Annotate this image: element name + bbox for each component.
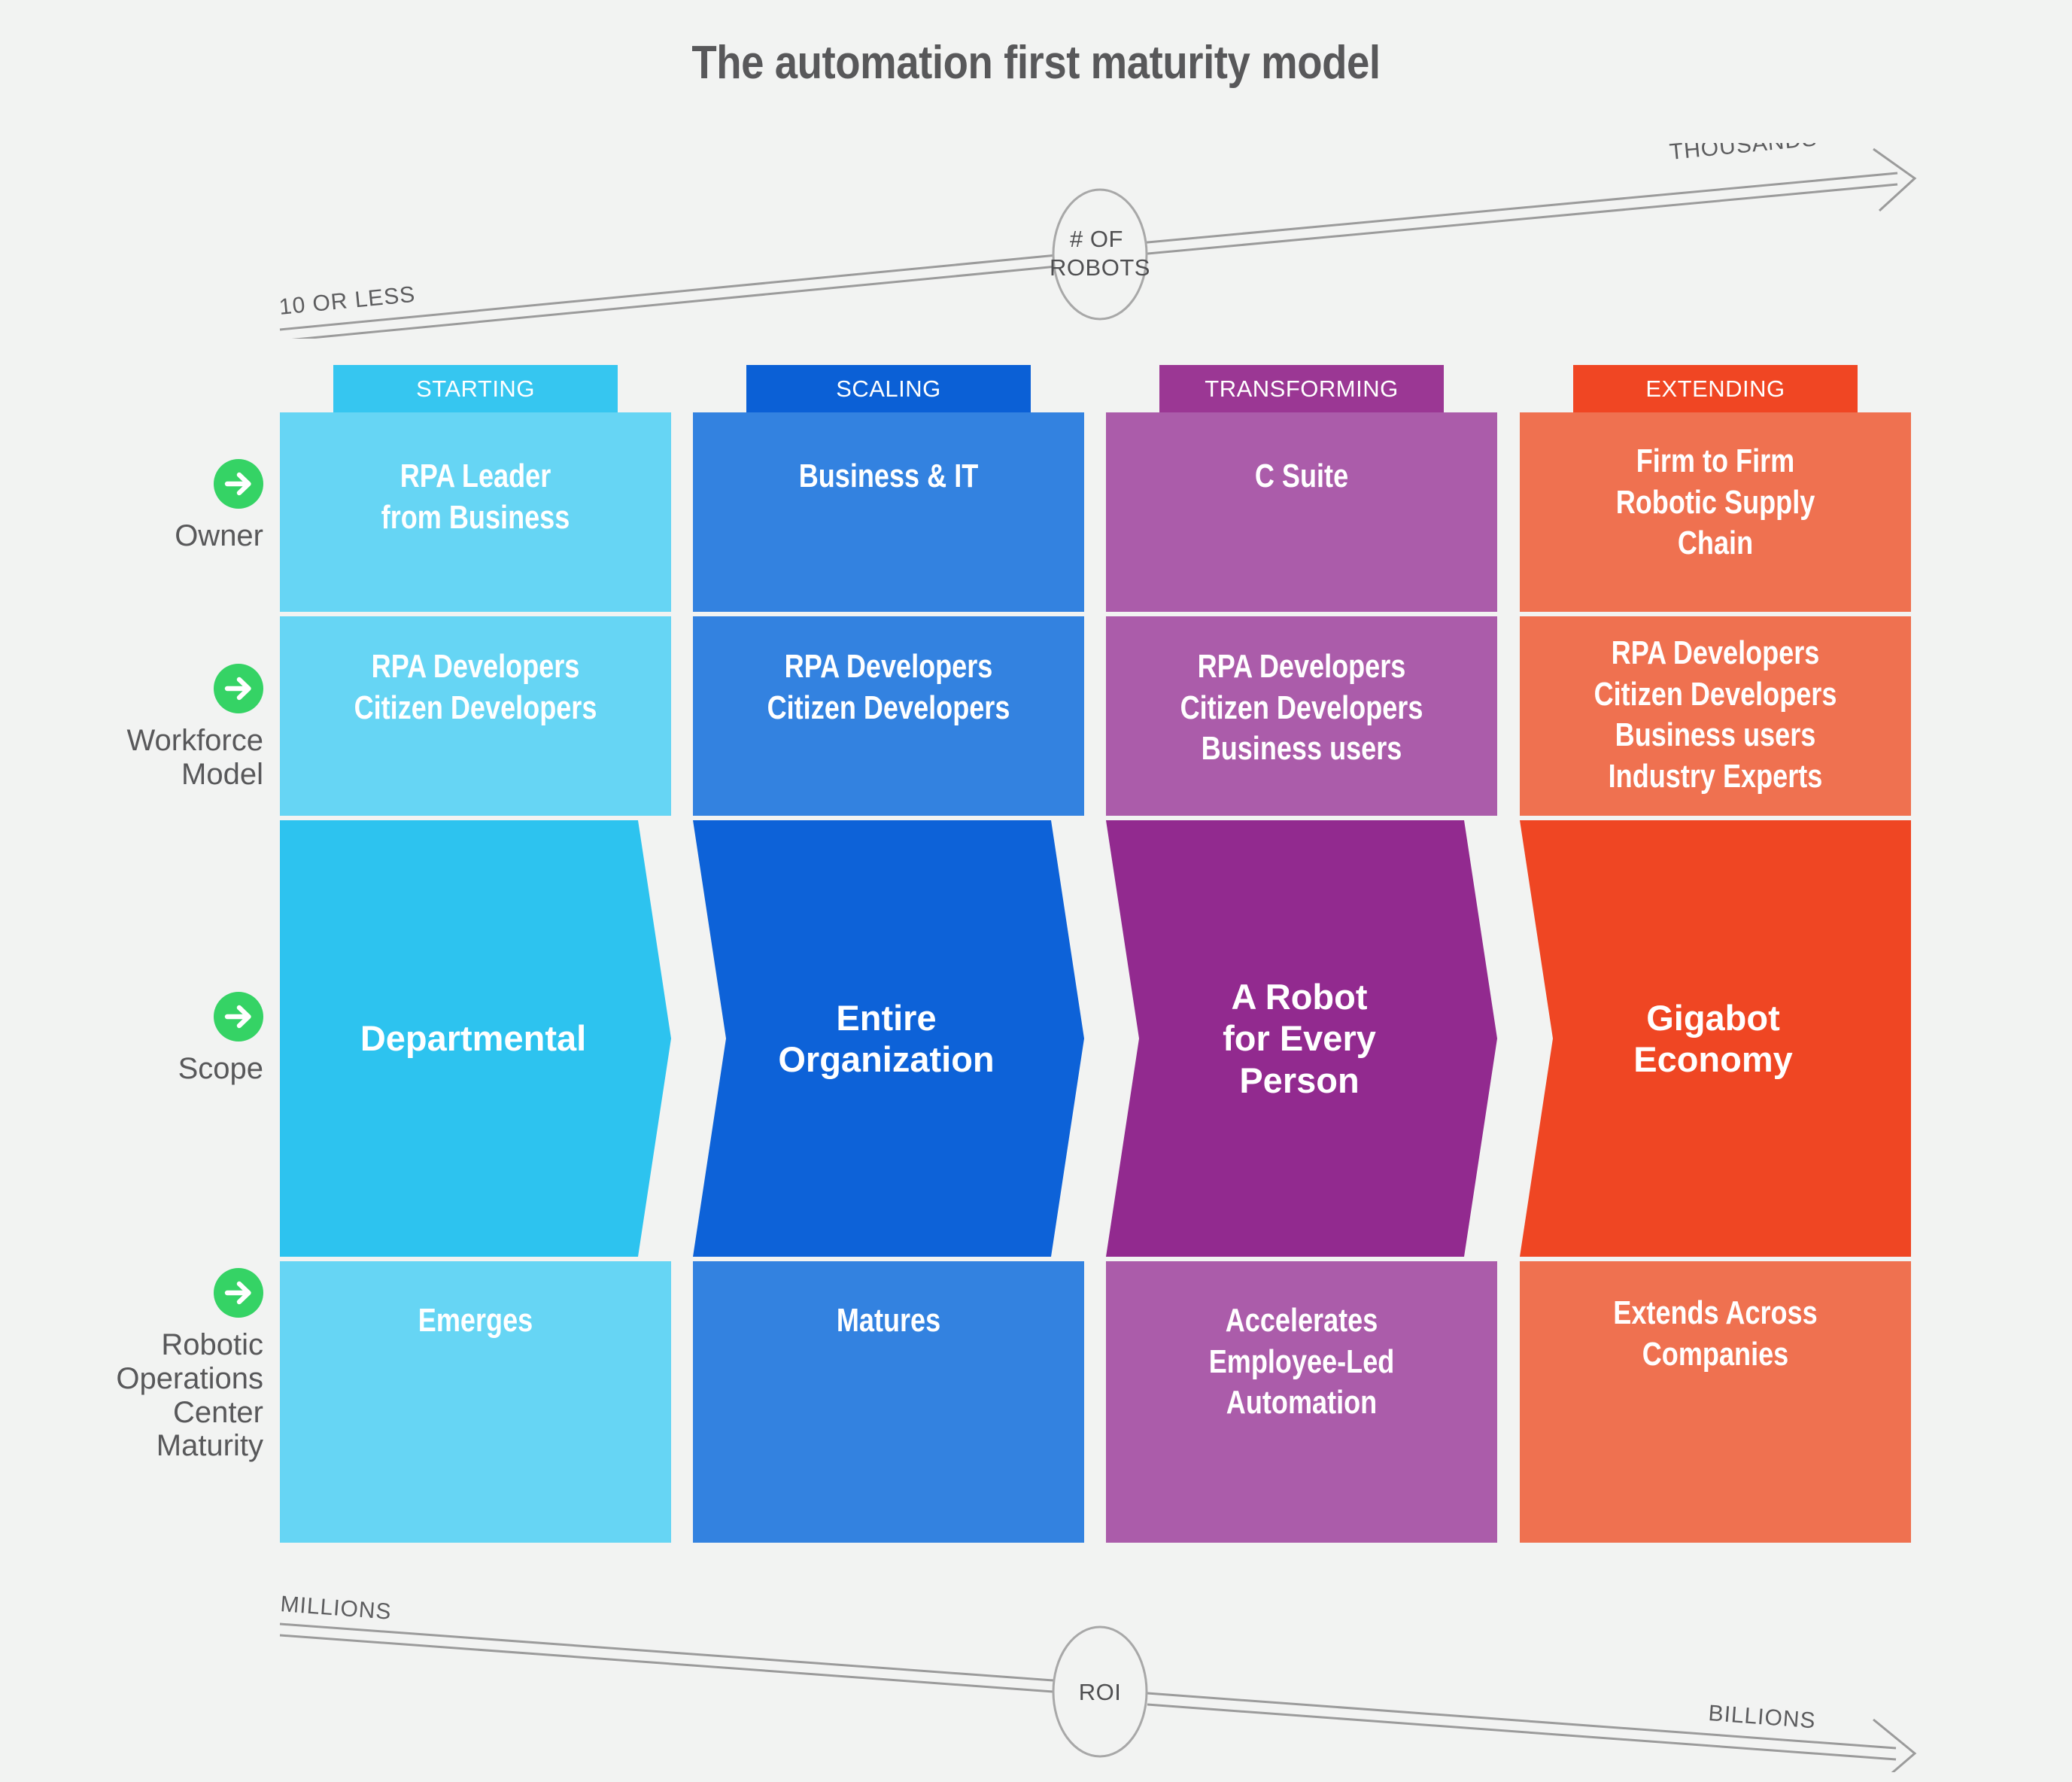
arrow-right-icon (214, 992, 263, 1042)
bottom-axis-left-label: MILLIONS (279, 1592, 392, 1625)
column-header-starting[interactable]: STARTING (333, 365, 618, 412)
cell-scaling-workforce: RPA Developers Citizen Developers (693, 616, 1084, 816)
arrow-right-icon (214, 459, 263, 509)
top-axis-line-left (279, 254, 1058, 331)
cell-starting-scope: Departmental (280, 820, 671, 1257)
cell-transforming-scope: A Robot for Every Person (1106, 820, 1497, 1257)
cell-scaling-owner: Business & IT (693, 412, 1084, 612)
bottom-axis-line-right (1147, 1692, 1897, 1750)
infographic-canvas: The automation first maturity model # OF… (0, 0, 2072, 1782)
bottom-axis-arrowhead (1873, 1718, 1917, 1772)
cell-scaling-scope: Entire Organization (693, 820, 1084, 1257)
cell-transforming-roc: Accelerates Employee-Led Automation (1106, 1261, 1497, 1543)
cell-starting-owner: RPA Leader from Business (280, 412, 671, 612)
column-transforming: TRANSFORMING C Suite RPA Developers Citi… (1106, 365, 1497, 1543)
bottom-axis-line-left (279, 1622, 1054, 1682)
row-label-text: Scope (178, 1052, 263, 1085)
column-header-extending[interactable]: EXTENDING (1573, 365, 1858, 412)
top-axis-hub-label-line1: # OF ROBOTS (1050, 226, 1150, 281)
top-axis-line-left-2 (291, 265, 1058, 339)
page-title: The automation first maturity model (691, 37, 1381, 89)
cell-extending-scope: Gigabot Economy (1520, 820, 1911, 1257)
row-label-scope: Scope (45, 992, 263, 1086)
column-scaling: SCALING Business & IT RPA Developers Cit… (693, 365, 1084, 1543)
top-axis-line-right (1139, 172, 1898, 245)
bottom-axis-line-right-2 (1147, 1703, 1897, 1761)
row-label-text: Owner (175, 519, 263, 552)
top-axis: # OF ROBOTS 10 OR LESS THOUSANDS (278, 143, 1917, 339)
row-label-text: Robotic Operations Center Maturity (116, 1328, 263, 1463)
top-axis-arrowhead (1873, 147, 1917, 212)
top-axis-left-label: 10 OR LESS (278, 282, 417, 320)
arrow-right-icon (214, 664, 263, 713)
bottom-axis-hub-label: ROI (1079, 1679, 1122, 1705)
cell-extending-owner: Firm to Firm Robotic Supply Chain (1520, 412, 1911, 612)
cell-starting-workforce: RPA Developers Citizen Developers (280, 616, 671, 816)
column-starting: STARTING RPA Leader from Business RPA De… (280, 365, 671, 1543)
column-header-scaling[interactable]: SCALING (746, 365, 1031, 412)
maturity-matrix: STARTING RPA Leader from Business RPA De… (280, 365, 1911, 1543)
bottom-axis-hub (1052, 1625, 1148, 1758)
bottom-axis: ROI MILLIONS BILLIONS (279, 1592, 1917, 1772)
cell-starting-roc: Emerges (280, 1261, 671, 1543)
row-label-workforce-model: Workforce Model (45, 664, 263, 792)
cell-transforming-workforce: RPA Developers Citizen Developers Busine… (1106, 616, 1497, 816)
row-label-owner: Owner (45, 459, 263, 553)
row-label-robotic-operations-center-maturity: Robotic Operations Center Maturity (45, 1268, 263, 1463)
cell-transforming-owner: C Suite (1106, 412, 1497, 612)
arrow-right-icon (214, 1268, 263, 1318)
top-axis-right-label: THOUSANDS (1669, 143, 1819, 165)
bottom-axis-line-left-2 (279, 1634, 1054, 1693)
cell-extending-roc: Extends Across Companies (1520, 1261, 1911, 1543)
cell-extending-workforce: RPA Developers Citizen Developers Busine… (1520, 616, 1911, 816)
row-label-text: Workforce Model (126, 724, 263, 791)
column-extending: EXTENDING Firm to Firm Robotic Supply Ch… (1520, 365, 1911, 1543)
top-axis-line-right-2 (1139, 183, 1898, 256)
column-header-transforming[interactable]: TRANSFORMING (1159, 365, 1444, 412)
cell-scaling-roc: Matures (693, 1261, 1084, 1543)
bottom-axis-right-label: BILLIONS (1707, 1701, 1816, 1733)
top-axis-hub (1052, 188, 1148, 321)
